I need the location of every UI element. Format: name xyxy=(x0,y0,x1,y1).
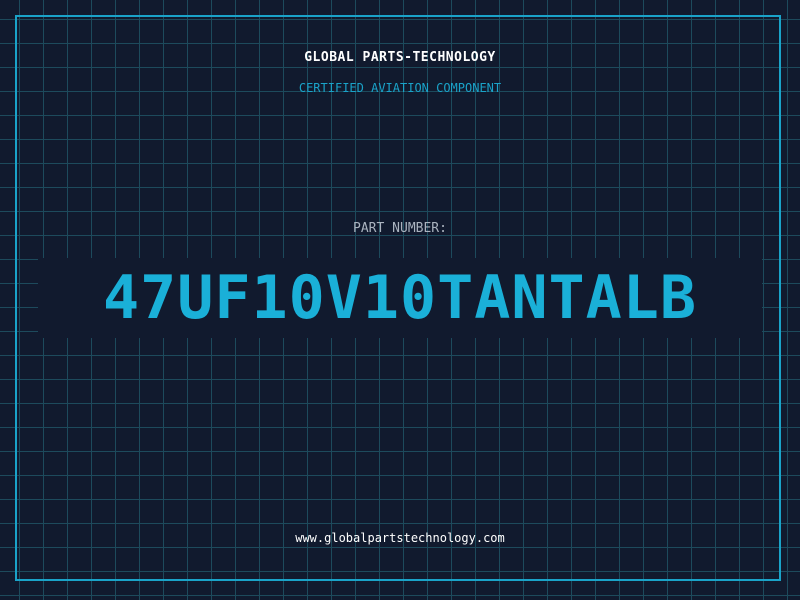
website-url: www.globalpartstechnology.com xyxy=(295,531,505,545)
certification-subtitle: CERTIFIED AVIATION COMPONENT xyxy=(298,81,502,95)
brand-name: GLOBAL PARTS-TECHNOLOGY xyxy=(304,50,496,65)
part-card: GLOBAL PARTS-TECHNOLOGY CERTIFIED AVIATI… xyxy=(0,0,800,600)
part-number-label: PART NUMBER: xyxy=(353,221,447,236)
part-number-value: 47UF10V10TANTALB xyxy=(103,263,697,333)
